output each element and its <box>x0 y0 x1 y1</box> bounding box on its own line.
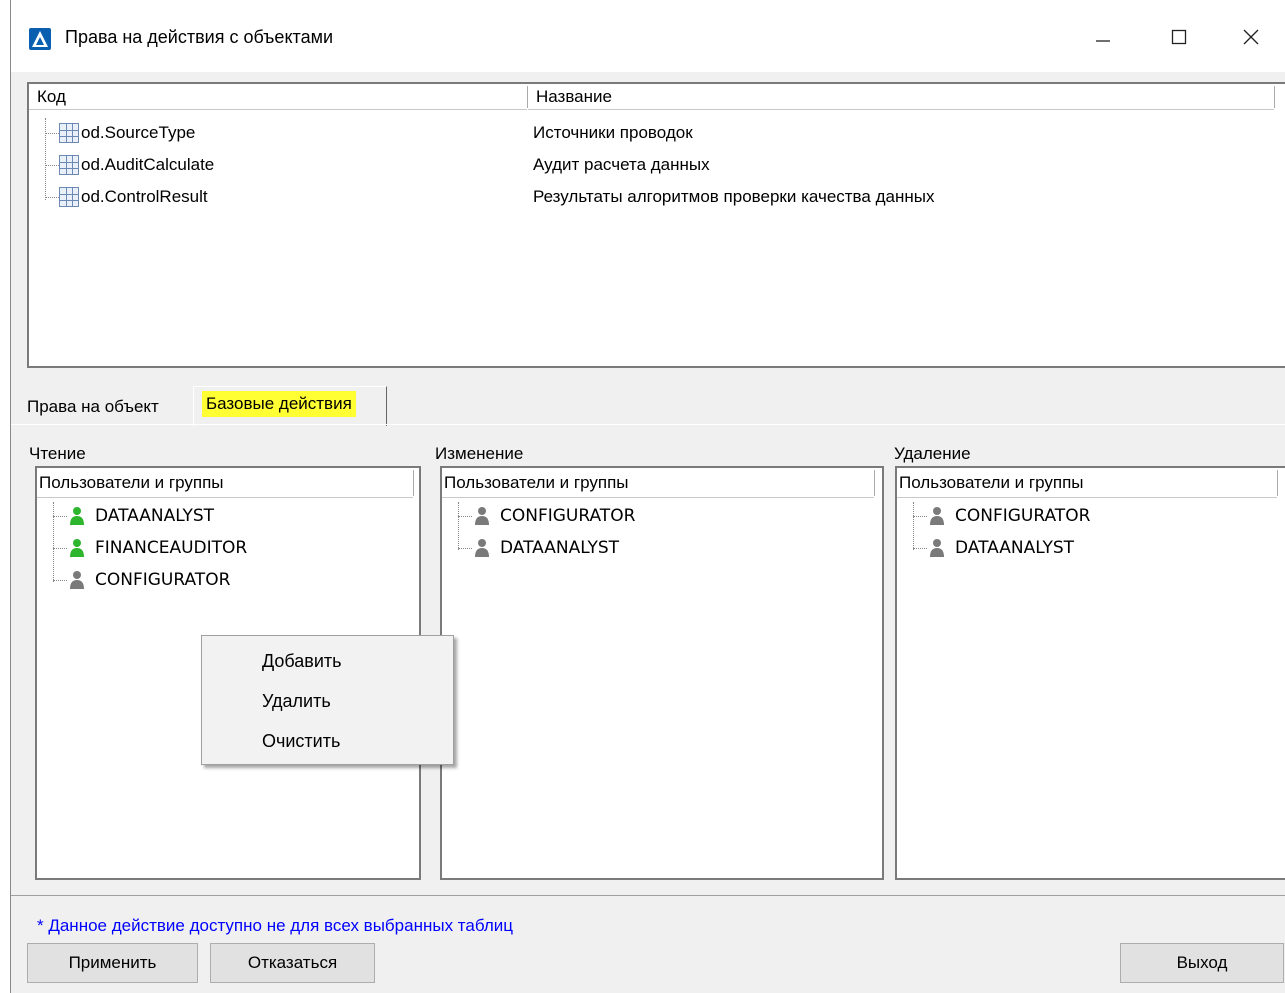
tree-connector <box>458 516 472 517</box>
minimize-icon <box>1096 40 1110 42</box>
list-header[interactable]: Пользователи и группы <box>897 468 1277 498</box>
column-header-code[interactable]: Код <box>29 84 527 110</box>
row-code: od.ControlResult <box>81 187 208 206</box>
table-row[interactable]: od.SourceType Источники проводок <box>29 118 1269 148</box>
list-item[interactable]: CONFIGURATOR <box>897 500 1283 532</box>
user-name: DATAANALYST <box>500 538 620 558</box>
title-bar: Права на действия с объектами <box>11 0 1285 72</box>
list-item[interactable]: DATAANALYST <box>37 500 417 532</box>
tree-connector <box>913 548 927 549</box>
column-separator[interactable] <box>874 470 875 496</box>
group-label-read: Чтение <box>29 444 86 463</box>
tree-connector <box>53 516 67 517</box>
table-row[interactable]: od.ControlResult Результаты алгоритмов п… <box>29 182 1269 212</box>
table-icon <box>59 187 79 207</box>
list-header[interactable]: Пользователи и группы <box>442 468 874 498</box>
user-gray-icon <box>70 571 84 589</box>
tree-connector <box>53 548 67 549</box>
user-name: DATAANALYST <box>955 538 1075 558</box>
row-name: Результаты алгоритмов проверки качества … <box>533 187 935 206</box>
users-list-change[interactable]: Пользователи и группы CONFIGURATOR DATAA… <box>440 466 884 880</box>
user-name: CONFIGURATOR <box>955 506 1091 526</box>
column-separator[interactable] <box>413 470 414 496</box>
cancel-button[interactable]: Отказаться <box>210 943 375 983</box>
user-gray-icon <box>930 507 944 525</box>
column-header-name[interactable]: Название <box>528 84 1274 110</box>
context-menu: Добавить Удалить Очистить <box>201 635 454 765</box>
user-green-icon <box>70 539 84 557</box>
window-title: Права на действия с объектами <box>65 27 334 47</box>
user-name: FINANCEAUDITOR <box>95 538 248 558</box>
tab-strip: Права на объект Базовые действия <box>11 386 1285 426</box>
list-item[interactable]: DATAANALYST <box>442 532 880 564</box>
objects-table[interactable]: Код Название od.SourceType Источники про… <box>27 82 1285 368</box>
user-gray-icon <box>475 539 489 557</box>
tree-connector <box>45 133 59 134</box>
close-button[interactable] <box>1223 14 1279 60</box>
tree-connector <box>45 165 59 166</box>
maximize-button[interactable] <box>1151 14 1207 60</box>
tree-connector <box>458 548 472 549</box>
table-icon <box>59 123 79 143</box>
group-label-delete: Удаление <box>894 444 971 463</box>
menu-item-delete[interactable]: Удалить <box>262 686 331 716</box>
row-code: od.SourceType <box>81 123 196 142</box>
column-separator[interactable] <box>1277 470 1278 496</box>
user-name: CONFIGURATOR <box>95 570 231 590</box>
menu-item-clear[interactable]: Очистить <box>262 726 340 756</box>
dialog-window: Права на действия с объектами Код Назван… <box>10 0 1285 993</box>
exit-button[interactable]: Выход <box>1120 943 1284 983</box>
tree-connector <box>913 516 927 517</box>
tab-base-actions[interactable]: Базовые действия <box>193 386 387 426</box>
tab-object-rights[interactable]: Права на объект <box>27 390 159 424</box>
users-list-delete[interactable]: Пользователи и группы CONFIGURATOR DATAA… <box>895 466 1285 880</box>
column-separator[interactable] <box>1274 86 1275 108</box>
tab-base-actions-label: Базовые действия <box>202 391 356 417</box>
maximize-icon <box>1171 29 1187 45</box>
tree-connector <box>53 580 67 581</box>
user-gray-icon <box>930 539 944 557</box>
list-item[interactable]: FINANCEAUDITOR <box>37 532 417 564</box>
user-name: DATAANALYST <box>95 506 215 526</box>
tree-connector <box>45 197 59 198</box>
close-icon <box>1243 29 1259 45</box>
menu-item-add[interactable]: Добавить <box>262 646 342 676</box>
table-icon <box>59 155 79 175</box>
table-row[interactable]: od.AuditCalculate Аудит расчета данных <box>29 150 1269 180</box>
footnote-text: * Данное действие доступно не для всех в… <box>37 916 513 935</box>
row-code: od.AuditCalculate <box>81 155 215 174</box>
user-green-icon <box>70 507 84 525</box>
list-item[interactable]: DATAANALYST <box>897 532 1283 564</box>
list-item[interactable]: CONFIGURATOR <box>37 564 417 596</box>
app-logo-icon <box>29 28 51 50</box>
user-name: CONFIGURATOR <box>500 506 636 526</box>
minimize-button[interactable] <box>1075 14 1131 60</box>
list-header[interactable]: Пользователи и группы <box>37 468 413 498</box>
apply-button[interactable]: Применить <box>27 943 198 983</box>
group-label-change: Изменение <box>435 444 524 463</box>
row-name: Источники проводок <box>533 123 693 142</box>
list-item[interactable]: CONFIGURATOR <box>442 500 880 532</box>
user-gray-icon <box>475 507 489 525</box>
row-name: Аудит расчета данных <box>533 155 710 174</box>
